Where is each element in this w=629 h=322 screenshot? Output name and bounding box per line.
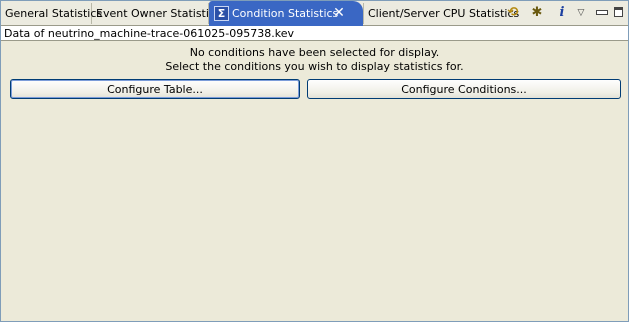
maximize-icon[interactable] <box>610 4 628 22</box>
statistics-view: General Statistics Event Owner Statistic… <box>0 0 629 322</box>
minimize-icon[interactable] <box>592 4 610 22</box>
sync-icon[interactable]: ⟲ <box>504 4 522 22</box>
tab-strip: General Statistics Event Owner Statistic… <box>1 1 628 26</box>
tab-label: General Statistics <box>5 7 103 20</box>
tab-label: Event Owner Statistics <box>96 7 221 20</box>
view-menu-icon[interactable]: ▽ <box>572 4 590 22</box>
empty-message-line1: No conditions have been selected for dis… <box>189 46 440 59</box>
close-icon[interactable]: ✕ <box>332 6 346 20</box>
configure-icon[interactable]: ✱ <box>528 4 546 22</box>
sigma-icon: Σ <box>214 6 229 21</box>
data-file-label: Data of neutrino_machine-trace-061025-09… <box>1 26 628 41</box>
tab-event-owner-statistics[interactable]: Event Owner Statistics <box>92 3 221 24</box>
empty-message-line2: Select the conditions you wish to displa… <box>165 60 464 73</box>
tab-general-statistics[interactable]: General Statistics <box>1 3 102 24</box>
configure-conditions-button[interactable]: Configure Conditions... <box>307 79 621 99</box>
tab-client-server-cpu-statistics[interactable]: Client/Server CPU Statistics <box>363 3 519 24</box>
tab-label: Condition Statistics <box>232 7 339 20</box>
tab-condition-statistics[interactable]: Σ Condition Statistics ✕ <box>209 1 363 26</box>
info-icon[interactable]: i <box>553 4 571 22</box>
tab-label: Client/Server CPU Statistics <box>368 7 520 20</box>
configure-table-button[interactable]: Configure Table... <box>10 79 300 99</box>
